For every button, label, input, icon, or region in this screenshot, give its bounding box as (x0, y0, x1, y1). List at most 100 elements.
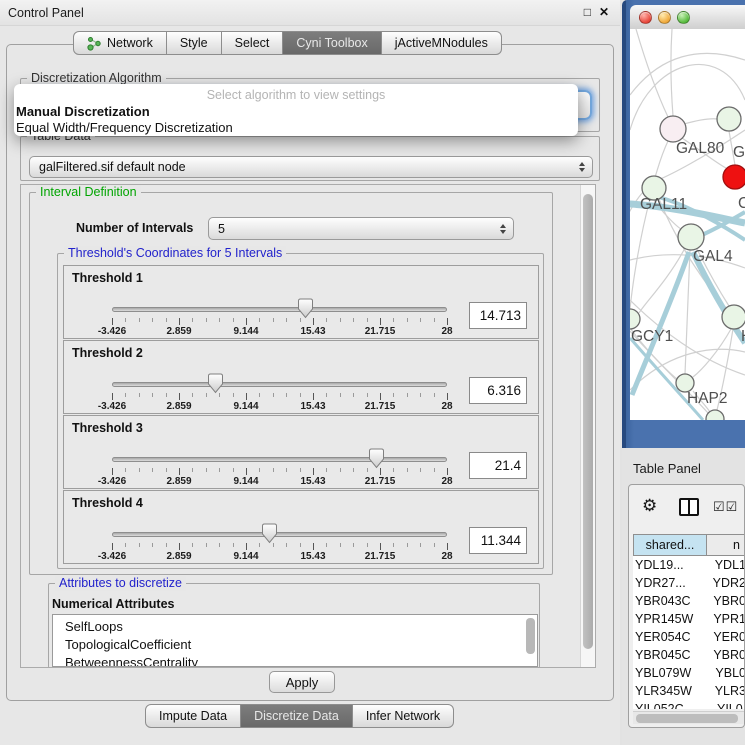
tick-mark (112, 318, 113, 325)
table-row[interactable]: YDL19...YDL1 (633, 556, 745, 574)
tick-mark (393, 393, 394, 397)
tick-mark (380, 543, 381, 550)
tick-mark (447, 318, 448, 325)
slider-thumb[interactable] (261, 523, 278, 544)
tab-jactivemnodules[interactable]: jActiveMNodules (382, 31, 502, 55)
tick-mark (300, 468, 301, 472)
horizontal-scrollbar-thumb[interactable] (636, 714, 738, 723)
slider-track[interactable] (112, 457, 447, 462)
apply-button[interactable]: Apply (269, 671, 335, 693)
network-node[interactable] (706, 410, 724, 420)
threshold-value-input[interactable]: 14.713 (469, 302, 527, 329)
checkbox-icons[interactable]: ☑☑ (713, 499, 738, 515)
float-window-icon[interactable]: □ (584, 5, 591, 19)
network-node-gal4[interactable] (678, 224, 704, 250)
table-row[interactable]: YBR043CYBR0 (633, 592, 745, 610)
threshold-value-input[interactable]: 6.316 (469, 377, 527, 404)
table-row[interactable]: YDR27...YDR2 (633, 574, 745, 592)
number-of-intervals-combobox[interactable]: 5 (208, 217, 514, 240)
cell-name: YBR0 (713, 592, 745, 610)
scale-label: -3.426 (98, 326, 126, 337)
cell-name: YIL0 (717, 700, 745, 709)
cell-name: YDR2 (713, 574, 745, 592)
tick-mark (139, 543, 140, 547)
bottom-tab-impute-data[interactable]: Impute Data (145, 704, 241, 728)
table-panel: ⚙ ☑☑ shared... n YDL19...YDL1YDR27...YDR… (628, 484, 745, 728)
column-header-name[interactable]: n (707, 534, 745, 556)
gear-icon[interactable]: ⚙ (642, 496, 657, 516)
vertical-scrollbar[interactable] (580, 185, 595, 667)
tick-mark (139, 318, 140, 322)
list-item-selfloops[interactable]: SelfLoops (65, 618, 537, 636)
network-node-ga[interactable] (717, 107, 741, 131)
horizontal-scrollbar[interactable] (633, 711, 745, 724)
attributes-to-discretize-label: Attributes to discretize (55, 576, 186, 591)
scale-label: 15.43 (300, 551, 325, 562)
close-panel-icon[interactable]: ✕ (599, 5, 609, 19)
tick-mark (152, 468, 153, 472)
tab-style-label: Style (180, 36, 208, 50)
list-item-betweennesscentrality[interactable]: BetweennessCentrality (65, 654, 537, 667)
tick-mark (259, 468, 260, 472)
numerical-attributes-label: Numerical Attributes (52, 597, 174, 611)
bottom-tab-discretize-data-label: Discretize Data (254, 709, 339, 723)
table-rows: YDL19...YDL1YDR27...YDR2YBR043CYBR0YPR14… (633, 556, 745, 709)
zoom-traffic-light-icon[interactable] (677, 11, 690, 24)
tick-mark (313, 468, 314, 475)
minimize-traffic-light-icon[interactable] (658, 11, 671, 24)
network-canvas[interactable]: GAL80GACGAL11GAL4GCY1HHAP2 (630, 29, 745, 420)
numerical-attributes-list[interactable]: SelfLoopsTopologicalCoefficientBetweenne… (52, 614, 538, 667)
table-row[interactable]: YLR345WYLR3 (633, 682, 745, 700)
tab-cyni-toolbox[interactable]: Cyni Toolbox (283, 31, 381, 55)
table-row[interactable]: YBR045CYBR0 (633, 646, 745, 664)
tick-mark (125, 468, 126, 472)
close-traffic-light-icon[interactable] (639, 11, 652, 24)
tick-mark (273, 393, 274, 397)
tick-mark (420, 468, 421, 472)
popup-option-manual-discretization[interactable]: Manual Discretization (14, 104, 578, 120)
tick-mark (179, 543, 180, 550)
list-item-topologicalcoefficient[interactable]: TopologicalCoefficient (65, 636, 537, 654)
scale-label: 21.715 (365, 551, 396, 562)
slider-thumb[interactable] (297, 298, 314, 319)
popup-option-equal-width-frequency[interactable]: Equal Width/Frequency Discretization (14, 120, 578, 136)
tick-mark (420, 318, 421, 322)
column-header-shared[interactable]: shared... (633, 534, 707, 556)
table-row[interactable]: YER054CYER0 (633, 628, 745, 646)
bottom-tab-infer-network-label: Infer Network (366, 709, 440, 723)
split-column-icon[interactable] (679, 498, 699, 516)
tick-mark (313, 543, 314, 550)
tab-select[interactable]: Select (222, 31, 284, 55)
bottom-tab-discretize-data[interactable]: Discretize Data (241, 704, 353, 728)
slider-track[interactable] (112, 307, 447, 312)
threshold-value-input[interactable]: 11.344 (469, 527, 527, 554)
tick-mark (152, 393, 153, 397)
tick-mark (434, 393, 435, 397)
vertical-scrollbar-thumb[interactable] (583, 194, 593, 649)
network-node-h[interactable] (722, 305, 745, 329)
network-node-gal80[interactable] (660, 116, 686, 142)
table-row[interactable]: YPR145WYPR1 (633, 610, 745, 628)
slider-track[interactable] (112, 532, 447, 537)
slider-track[interactable] (112, 382, 447, 387)
table-row[interactable]: YIL052CYIL0 (633, 700, 745, 709)
tick-mark (353, 468, 354, 472)
table-data-combobox[interactable]: galFiltered.sif default node (29, 156, 593, 178)
tick-mark (447, 393, 448, 400)
tick-mark (407, 393, 408, 397)
network-window-titlebar[interactable] (630, 5, 745, 29)
tab-style[interactable]: Style (167, 31, 222, 55)
network-node-gcy1[interactable] (630, 309, 640, 329)
network-node-c[interactable] (723, 165, 745, 189)
bottom-tab-infer-network[interactable]: Infer Network (353, 704, 454, 728)
slider-thumb[interactable] (368, 448, 385, 469)
network-icon (87, 36, 102, 51)
threshold-value-input[interactable]: 21.4 (469, 452, 527, 479)
list-scrollbar-thumb[interactable] (526, 618, 535, 654)
cell-shared-name: YDR27... (633, 574, 713, 592)
tab-network[interactable]: Network (73, 31, 167, 55)
scale-label: 2.859 (166, 476, 191, 487)
tick-mark (192, 393, 193, 397)
table-row[interactable]: YBL079WYBL0 (633, 664, 745, 682)
slider-thumb[interactable] (207, 373, 224, 394)
